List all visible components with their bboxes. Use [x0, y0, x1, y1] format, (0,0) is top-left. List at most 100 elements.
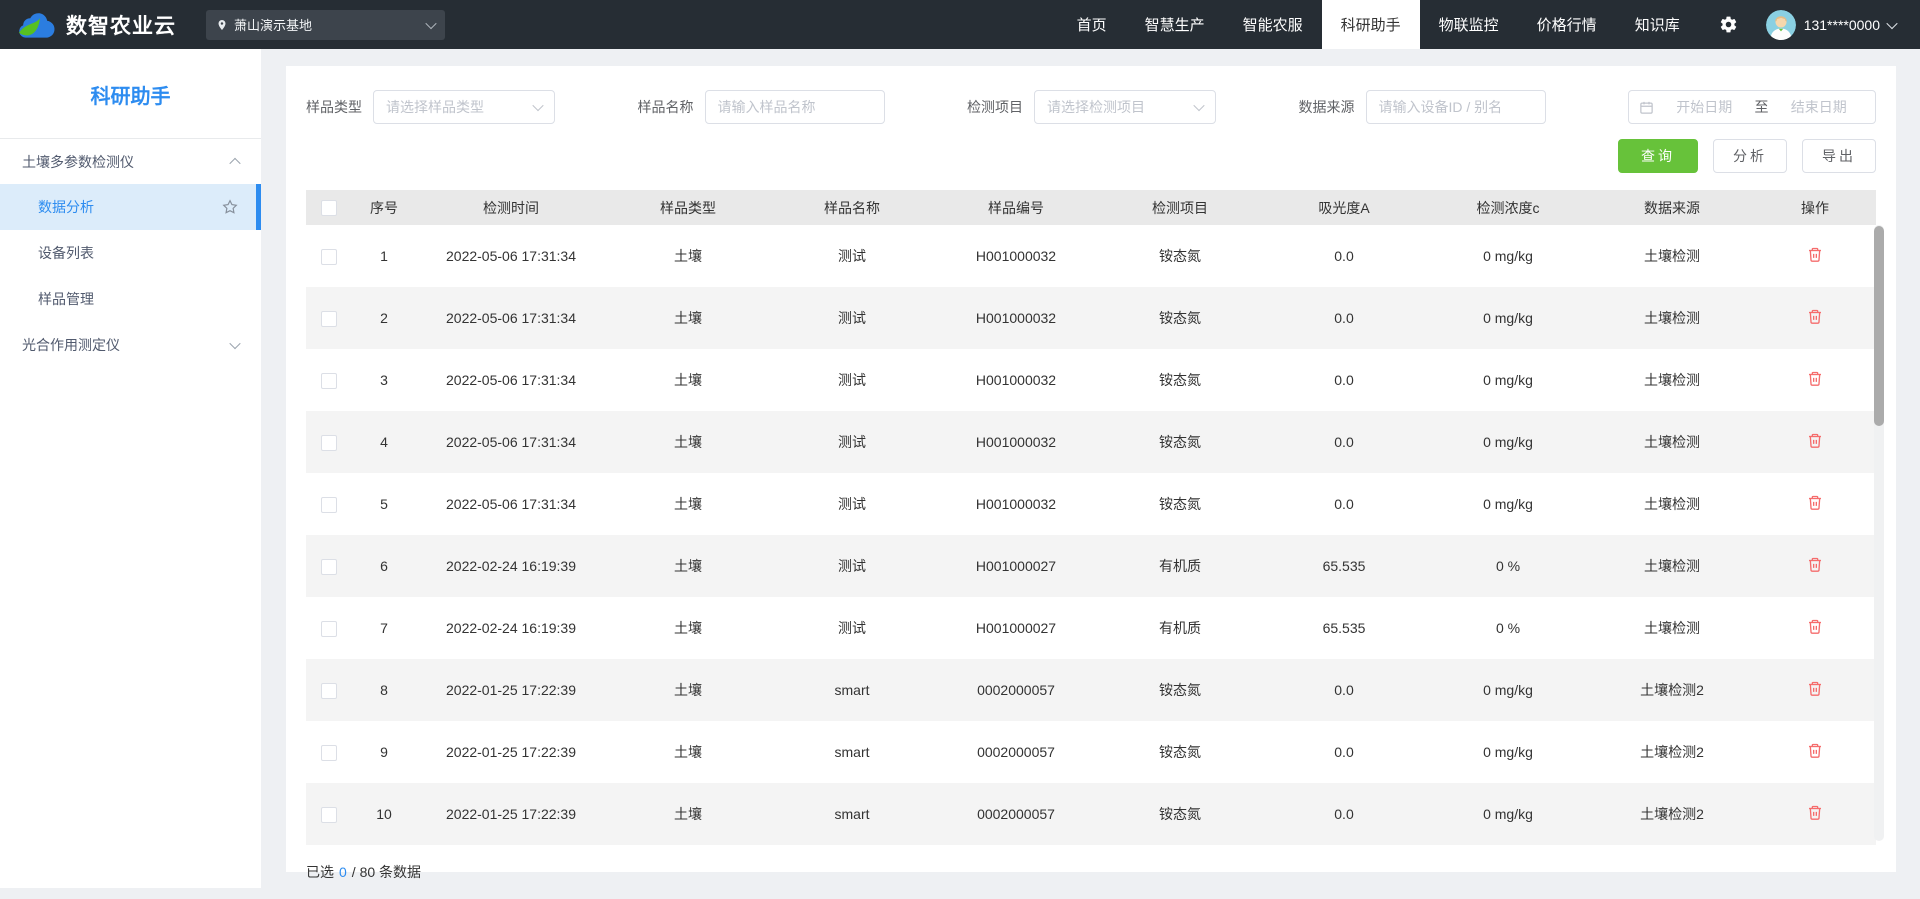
- delete-button[interactable]: [1807, 370, 1823, 387]
- nav-item-0[interactable]: 首页: [1058, 0, 1126, 49]
- cell-concentration: 0 mg/kg: [1483, 496, 1533, 512]
- delete-button[interactable]: [1807, 246, 1823, 263]
- row-checkbox[interactable]: [321, 620, 337, 637]
- base-selector[interactable]: 萧山演示基地: [206, 9, 445, 40]
- sidebar-group-1[interactable]: 光合作用测定仪: [0, 322, 261, 367]
- data-source-input[interactable]: [1365, 90, 1546, 124]
- delete-button[interactable]: [1807, 618, 1823, 635]
- nav-item-4[interactable]: 物联监控: [1420, 0, 1518, 49]
- cell-index: 1: [380, 248, 388, 264]
- star-outline-icon[interactable]: [221, 198, 239, 216]
- delete-button[interactable]: [1807, 556, 1823, 573]
- column-header: 数据来源: [1590, 190, 1754, 225]
- row-checkbox-cell: [306, 659, 352, 721]
- delete-button[interactable]: [1807, 680, 1823, 697]
- filter-sample-name: 样品名称: [638, 90, 885, 124]
- cell-sample-type: 土壤: [674, 434, 702, 450]
- cell-concentration: 0 %: [1495, 620, 1521, 636]
- selected-count: 0: [339, 864, 347, 880]
- delete-button[interactable]: [1807, 432, 1823, 449]
- data-source-label: 数据来源: [1298, 99, 1355, 115]
- cell-test-time: 2022-05-06 17:31:34: [446, 372, 576, 388]
- cell-test-item: 铵态氮: [1159, 310, 1201, 326]
- sidebar-item-1[interactable]: 设备列表: [0, 230, 261, 276]
- sample-type-select[interactable]: 请选择样品类型: [373, 90, 555, 124]
- settings-button[interactable]: [1699, 15, 1758, 34]
- row-checkbox[interactable]: [321, 496, 337, 513]
- sidebar: 科研助手 土壤多参数检测仪 数据分析 设备列表 样品管理光合作用测定仪: [0, 49, 261, 888]
- cell-sample-code: H001000027: [975, 620, 1057, 636]
- cell-data-source: 土壤检测: [1644, 310, 1700, 326]
- delete-button[interactable]: [1807, 804, 1823, 821]
- row-checkbox[interactable]: [321, 744, 337, 761]
- analyze-button[interactable]: 分析: [1713, 139, 1787, 173]
- row-checkbox[interactable]: [321, 558, 337, 575]
- cell-absorbance: 0.0: [1334, 372, 1354, 388]
- cell-index: 10: [376, 806, 392, 822]
- nav-item-6[interactable]: 知识库: [1616, 0, 1699, 49]
- sidebar-item-0[interactable]: 数据分析: [0, 184, 261, 230]
- cell-sample-type: 土壤: [674, 806, 702, 822]
- select-all-checkbox[interactable]: [321, 200, 337, 217]
- cell-data-source: 土壤检测: [1644, 372, 1700, 388]
- cell-sample-name: 测试: [838, 496, 866, 512]
- cell-absorbance: 0.0: [1334, 248, 1354, 264]
- query-button[interactable]: 查询: [1618, 139, 1698, 173]
- sidebar-title: 科研助手: [90, 86, 171, 108]
- cell-sample-type: 土壤: [674, 558, 702, 574]
- cell-sample-code: 0002000057: [977, 806, 1055, 822]
- test-item-select[interactable]: 请选择检测项目: [1034, 90, 1216, 124]
- row-checkbox[interactable]: [321, 682, 337, 699]
- row-checkbox[interactable]: [321, 248, 337, 265]
- main-area: 样品类型 请选择样品类型 样品名称 检测项目 请选择检测项目 数据来源: [261, 49, 1920, 888]
- sample-name-input[interactable]: [704, 90, 885, 124]
- column-header: 吸光度A: [1262, 190, 1426, 225]
- sidebar-group-label: 光合作用测定仪: [22, 336, 120, 353]
- cell-sample-code: H001000032: [975, 496, 1057, 512]
- scrollbar-thumb[interactable]: [1874, 226, 1884, 426]
- user-menu[interactable]: 131****0000: [1758, 9, 1920, 40]
- nav-item-2[interactable]: 智能农服: [1224, 0, 1322, 49]
- cell-actions: [1754, 597, 1876, 659]
- sidebar-menu: 土壤多参数检测仪 数据分析 设备列表 样品管理光合作用测定仪: [0, 139, 261, 367]
- cell-absorbance: 0.0: [1334, 496, 1354, 512]
- cell-concentration: 0 mg/kg: [1483, 248, 1533, 264]
- cell-sample-code: H001000032: [975, 434, 1057, 450]
- column-header: 检测浓度c: [1426, 190, 1590, 225]
- nav-item-3[interactable]: 科研助手: [1321, 0, 1420, 49]
- nav-item-5[interactable]: 价格行情: [1518, 0, 1616, 49]
- filter-bar: 样品类型 请选择样品类型 样品名称 检测项目 请选择检测项目 数据来源: [286, 66, 1896, 124]
- delete-button[interactable]: [1807, 308, 1823, 325]
- table-row: 2 2022-05-06 17:31:34 土壤 测试 H001000032 铵态氮 0.0…: [306, 287, 1876, 349]
- row-checkbox-cell: [306, 349, 352, 411]
- cell-test-item: 铵态氮: [1159, 806, 1201, 822]
- select-all-header-cell: [306, 190, 352, 225]
- nav-item-1[interactable]: 智慧生产: [1126, 0, 1224, 49]
- brand-title: 数智农业云: [66, 14, 176, 38]
- cell-data-source: 土壤检测: [1644, 248, 1700, 264]
- filter-sample-type: 样品类型 请选择样品类型: [306, 90, 555, 124]
- column-header: 检测项目: [1098, 190, 1262, 225]
- cell-concentration: 0 mg/kg: [1483, 434, 1533, 450]
- row-checkbox[interactable]: [321, 310, 337, 327]
- chevron-down-icon: [1193, 99, 1205, 112]
- selected-prefix: 已选: [306, 864, 334, 880]
- row-checkbox[interactable]: [321, 372, 337, 389]
- delete-button[interactable]: [1807, 494, 1823, 511]
- export-button[interactable]: 导出: [1802, 139, 1876, 173]
- row-checkbox[interactable]: [321, 434, 337, 451]
- cell-sample-code: H001000032: [975, 248, 1057, 264]
- date-range-picker[interactable]: 开始日期 至 结束日期: [1628, 90, 1876, 124]
- column-header: 检测时间: [416, 190, 606, 225]
- cell-test-item: 铵态氮: [1159, 372, 1201, 388]
- sidebar-item-2[interactable]: 样品管理: [0, 276, 261, 322]
- content-card: 样品类型 请选择样品类型 样品名称 检测项目 请选择检测项目 数据来源: [286, 66, 1896, 880]
- cell-actions: [1754, 659, 1876, 721]
- cell-sample-code: 0002000057: [977, 682, 1055, 698]
- selected-suffix: / 80 条数据: [351, 864, 422, 880]
- delete-button[interactable]: [1807, 742, 1823, 759]
- row-checkbox[interactable]: [321, 806, 337, 823]
- cell-test-time: 2022-01-25 17:22:39: [446, 806, 576, 822]
- cell-test-item: 有机质: [1159, 620, 1201, 636]
- sidebar-group-0[interactable]: 土壤多参数检测仪: [0, 139, 261, 184]
